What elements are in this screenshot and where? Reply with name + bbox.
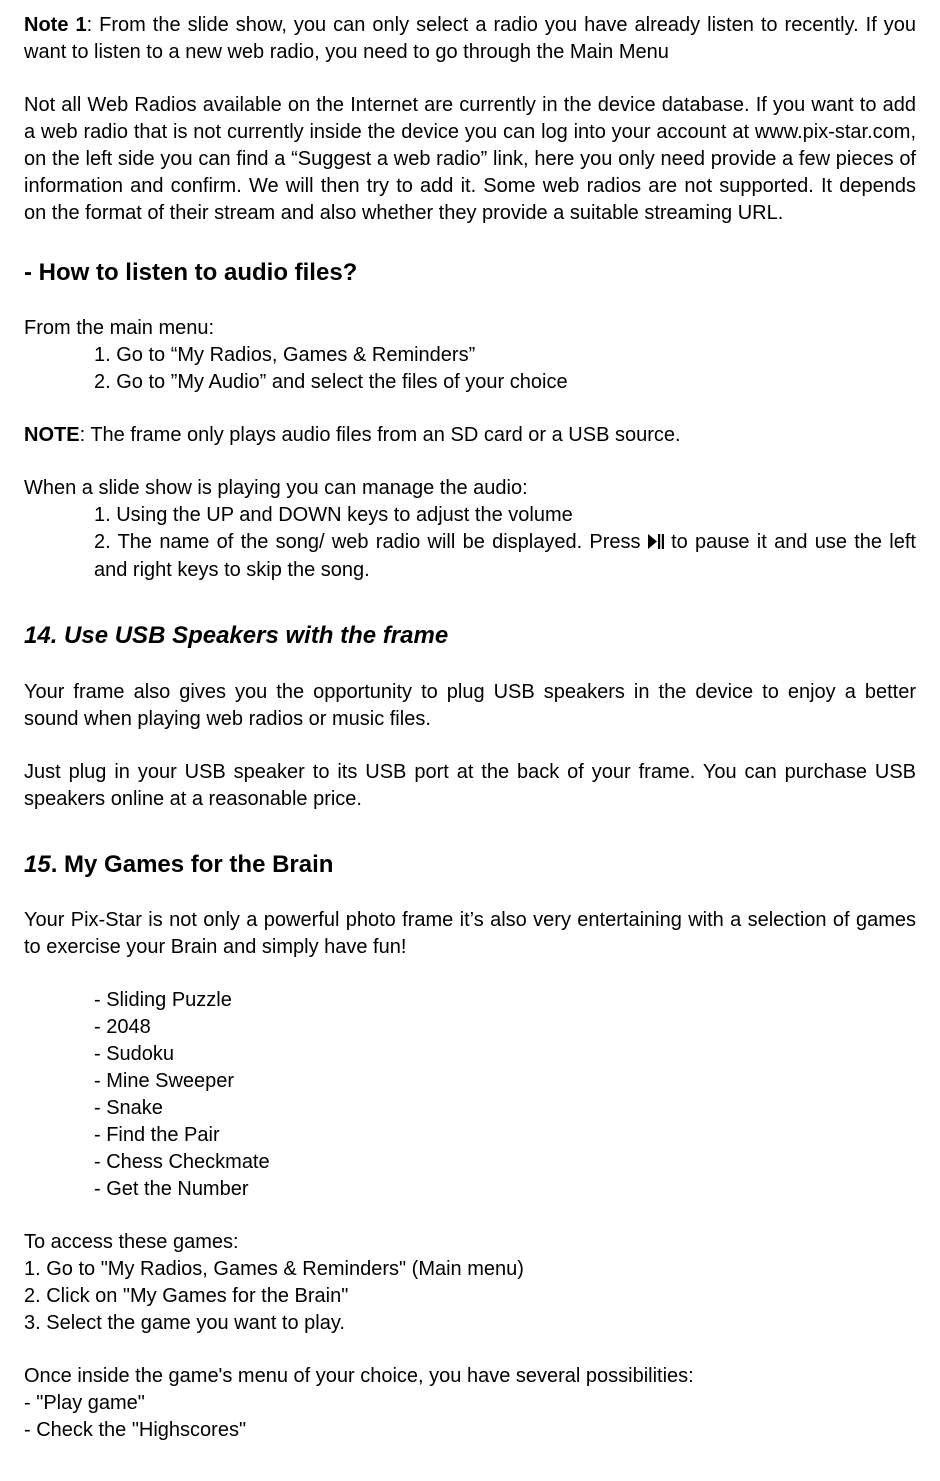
- list-item: 3. Select the game you want to play.: [24, 1310, 916, 1337]
- list-item: - Find the Pair: [94, 1122, 916, 1149]
- access-games-block: To access these games: 1. Go to "My Radi…: [24, 1229, 916, 1337]
- note-1-label: Note 1: [24, 14, 87, 36]
- inside-game-block: Once inside the game's menu of your choi…: [24, 1363, 916, 1444]
- access-games-intro: To access these games:: [24, 1229, 916, 1256]
- note-label: NOTE: [24, 424, 80, 446]
- list-item: - Chess Checkmate: [94, 1149, 916, 1176]
- play-pause-icon: [648, 530, 664, 557]
- heading-audio-files: - How to listen to audio files?: [24, 257, 916, 289]
- heading-usb-speakers: 14. Use USB Speakers with the frame: [24, 620, 916, 652]
- list-item: - Check the "Highscores": [24, 1417, 916, 1444]
- list-item: 2. Click on "My Games for the Brain": [24, 1283, 916, 1310]
- list-item: 1. Using the UP and DOWN keys to adjust …: [94, 502, 916, 529]
- games-list: - Sliding Puzzle - 2048 - Sudoku - Mine …: [94, 987, 916, 1203]
- manage-audio-intro: When a slide show is playing you can man…: [24, 475, 916, 502]
- note-audio-text: : The frame only plays audio files from …: [80, 424, 681, 446]
- list-item: - Sudoku: [94, 1041, 916, 1068]
- usb-paragraph-2: Just plug in your USB speaker to its USB…: [24, 759, 916, 813]
- heading-games-text: . My Games for the Brain: [51, 851, 334, 878]
- list-item: - Mine Sweeper: [94, 1068, 916, 1095]
- note-1: Note 1: From the slide show, you can onl…: [24, 12, 916, 66]
- list-item: 2. Go to ”My Audio” and select the files…: [94, 369, 916, 396]
- note-1-text: : From the slide show, you can only sele…: [24, 14, 916, 63]
- manage-audio-steps: 1. Using the UP and DOWN keys to adjust …: [94, 502, 916, 584]
- note-audio-source: NOTE: The frame only plays audio files f…: [24, 422, 916, 449]
- list-item: - Sliding Puzzle: [94, 987, 916, 1014]
- heading-games: 15. My Games for the Brain: [24, 849, 916, 881]
- from-main-menu: From the main menu:: [24, 315, 916, 342]
- list-item: 1. Go to "My Radios, Games & Reminders" …: [24, 1256, 916, 1283]
- inside-game-intro: Once inside the game's menu of your choi…: [24, 1363, 916, 1390]
- usb-paragraph-1: Your frame also gives you the opportunit…: [24, 679, 916, 733]
- list-item: - Snake: [94, 1095, 916, 1122]
- list-item: - 2048: [94, 1014, 916, 1041]
- list-item: - Get the Number: [94, 1176, 916, 1203]
- heading-games-number: 15: [24, 851, 51, 878]
- audio-steps-list: 1. Go to “My Radios, Games & Reminders” …: [94, 342, 916, 396]
- paragraph-webradio-database: Not all Web Radios available on the Inte…: [24, 92, 916, 227]
- games-intro: Your Pix-Star is not only a powerful pho…: [24, 907, 916, 961]
- list-item: 2. The name of the song/ web radio will …: [94, 529, 916, 584]
- step-2-part-a: 2. The name of the song/ web radio will …: [94, 531, 648, 553]
- list-item: - "Play game": [24, 1390, 916, 1417]
- list-item: 1. Go to “My Radios, Games & Reminders”: [94, 342, 916, 369]
